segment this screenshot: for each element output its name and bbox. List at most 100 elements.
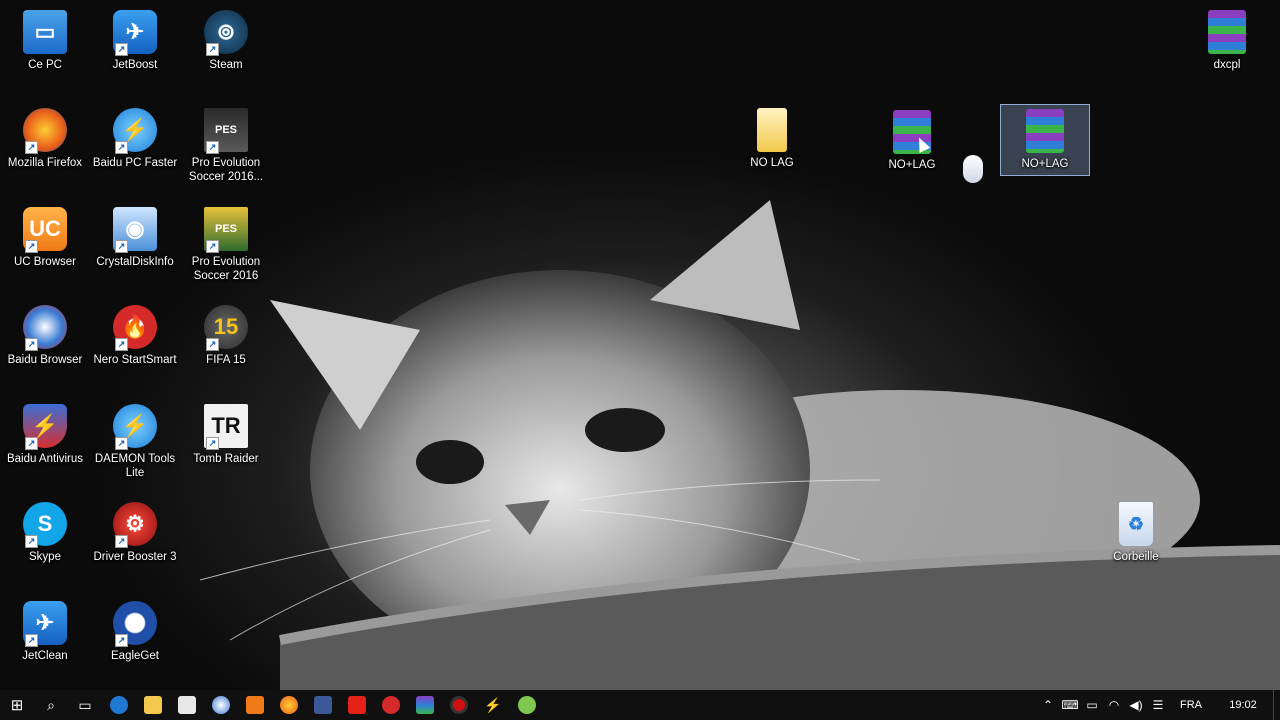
recycle-bin-icon: ♻ — [1119, 502, 1153, 546]
desktop-icon-pes-2016[interactable]: PES ↗ Pro Evolution Soccer 2016 — [182, 203, 270, 283]
desktop-icon-steam[interactable]: ⊚ ↗ Steam — [182, 6, 270, 72]
tomb-raider-icon: TR ↗ — [204, 404, 248, 450]
desktop-icon-label: Baidu Browser — [7, 354, 83, 366]
language-indicator[interactable]: FRA — [1169, 699, 1213, 711]
taskbar-app-baidu-browser[interactable] — [204, 690, 238, 720]
desktop-icon-pes-2016-myclub[interactable]: PES ↗ Pro Evolution Soccer 2016... — [182, 104, 270, 184]
taskbar-app-lightning[interactable]: ⚡ — [476, 690, 510, 720]
desktop-icon-baidu-antivirus[interactable]: ⚡ ↗ Baidu Antivirus — [1, 400, 89, 466]
desktop-icon-skype[interactable]: S ↗ Skype — [1, 498, 89, 564]
task-view-button[interactable]: ▭ — [68, 690, 102, 720]
desktop-icon-label: Skype — [29, 551, 61, 563]
winrar-archive-icon — [416, 696, 434, 714]
desktop-icon-label: UC Browser — [14, 256, 76, 268]
taskbar-app-facebook[interactable] — [306, 690, 340, 720]
taskbar-app-store[interactable] — [170, 690, 204, 720]
desktop-icon-label: DAEMON Tools Lite — [94, 453, 176, 479]
taskbar-app-recorder[interactable] — [442, 690, 476, 720]
desktop-icon-label: NO+LAG — [1021, 158, 1069, 170]
notification-icon[interactable]: ☰ — [1147, 698, 1169, 712]
uc-browser-icon: UC ↗ — [23, 207, 67, 253]
keyboard-icon[interactable]: ⌨ — [1059, 698, 1081, 712]
gear-icon — [382, 696, 400, 714]
folder-icon — [144, 696, 162, 714]
desktop-icon-fifa15[interactable]: 15 ↗ FIFA 15 — [182, 301, 270, 367]
desktop-icon-dxcpl[interactable]: dxcpl — [1183, 6, 1271, 72]
lightning-icon: ⚡ ↗ — [113, 108, 157, 154]
taskbar-app-youtube[interactable] — [340, 690, 374, 720]
desktop-icon-daemon-tools[interactable]: ⚡ ↗ DAEMON Tools Lite — [91, 400, 179, 480]
volume-icon[interactable]: ◀) — [1125, 698, 1147, 712]
desktop-icon-eagleget[interactable]: ➤ ↗ EagleGet — [91, 597, 179, 663]
start-button[interactable]: ⊞ — [0, 690, 34, 720]
taskbar-app-driver-booster[interactable] — [374, 690, 408, 720]
desktop-icon-label: Mozilla Firefox — [7, 157, 83, 169]
pes-game-icon: PES ↗ — [204, 207, 248, 253]
taskbar-app-winrar[interactable] — [408, 690, 442, 720]
desktop-icon-label: dxcpl — [1213, 59, 1241, 71]
desktop-icon-no-lag-folder[interactable]: NO LAG — [728, 104, 816, 170]
shield-icon: ⚡ ↗ — [23, 404, 67, 450]
store-icon — [178, 696, 196, 714]
computer-icon: ▭ — [23, 10, 67, 54]
desktop-icon-label: FIFA 15 — [206, 354, 246, 366]
wifi-icon[interactable]: ◠ — [1103, 698, 1125, 712]
daemon-lightning-icon: ⚡ ↗ — [113, 404, 157, 450]
winrar-archive-icon — [1026, 109, 1064, 153]
desktop-icon-label: NO+LAG — [888, 159, 936, 171]
youtube-icon — [348, 696, 366, 714]
desktop-icon-no-lag-rar-selected[interactable]: NO+LAG — [1000, 104, 1090, 176]
uc-browser-icon — [246, 696, 264, 714]
desktop-icon-label: Baidu PC Faster — [92, 157, 178, 169]
desktop-icon-driver-booster[interactable]: ⚙ ↗ Driver Booster 3 — [91, 498, 179, 564]
desktop-icon-label: Corbeille — [1113, 551, 1159, 563]
desktop-icon-label: JetBoost — [112, 59, 158, 71]
skype-icon: S ↗ — [23, 502, 67, 548]
desktop-icon-firefox[interactable]: ↗ Mozilla Firefox — [1, 104, 89, 170]
search-icon: ⌕ — [47, 696, 55, 713]
battery-icon[interactable]: ▭ — [1081, 698, 1103, 712]
taskbar-app-firefox[interactable] — [272, 690, 306, 720]
desktop-icon-label: Ce PC — [28, 59, 62, 71]
desktop-icon-label: EagleGet — [111, 650, 159, 662]
jetclean-icon: ✈ ↗ — [23, 601, 67, 647]
clock[interactable]: 19:02 — [1213, 699, 1273, 711]
desktop-icon-uc-browser[interactable]: UC ↗ UC Browser — [1, 203, 89, 269]
baidu-browser-icon — [212, 696, 230, 714]
search-button[interactable]: ⌕ — [34, 690, 68, 720]
mouse-icon — [963, 155, 983, 183]
gear-icon: ⚙ ↗ — [113, 502, 157, 548]
desktop-icon-baidu-browser[interactable]: ↗ Baidu Browser — [1, 301, 89, 367]
desktop-icon-label: Pro Evolution Soccer 2016 — [191, 256, 261, 282]
chevron-up-icon[interactable]: ⌃ — [1037, 698, 1059, 712]
task-view-icon: ▭ — [78, 696, 92, 713]
desktop-icon-recycle-bin[interactable]: ♻ Corbeille — [1092, 498, 1180, 564]
eagle-icon: ➤ ↗ — [113, 601, 157, 647]
desktop-icon-jetboost[interactable]: ✈ ↗ JetBoost — [91, 6, 179, 72]
desktop-icon-baidu-pc-faster[interactable]: ⚡ ↗ Baidu PC Faster — [91, 104, 179, 170]
taskbar: ⊞ ⌕ ▭ ⚡ ⌃ ⌨ ▭ ◠ ◀) ☰ FRA 19:02 — [0, 690, 1280, 720]
taskbar-app-uc-browser[interactable] — [238, 690, 272, 720]
desktop-icon-crystaldiskinfo[interactable]: ◉ ↗ CrystalDiskInfo — [91, 203, 179, 269]
desktop-icon-no-lag-rar[interactable]: NO+LAG — [868, 106, 956, 172]
nero-flame-icon: 🔥 ↗ — [113, 305, 157, 351]
taskbar-app-explorer[interactable] — [136, 690, 170, 720]
desktop-icon-nero[interactable]: 🔥 ↗ Nero StartSmart — [91, 301, 179, 367]
facebook-icon — [314, 696, 332, 714]
steam-icon: ⊚ ↗ — [204, 10, 248, 56]
desktop-icon-tomb-raider[interactable]: TR ↗ Tomb Raider — [182, 400, 270, 466]
desktop-icon-label: Pro Evolution Soccer 2016... — [188, 157, 264, 183]
winrar-archive-icon — [1208, 10, 1246, 54]
firefox-icon — [280, 696, 298, 714]
desktop-icon-jetclean[interactable]: ✈ ↗ JetClean — [1, 597, 89, 663]
desktop-icon-label: Tomb Raider — [193, 453, 259, 465]
taskbar-app-edge[interactable] — [102, 690, 136, 720]
desktop-icon-label: NO LAG — [750, 157, 794, 169]
taskbar-app-download[interactable] — [510, 690, 544, 720]
show-desktop-button[interactable] — [1273, 690, 1280, 720]
firefox-icon: ↗ — [23, 108, 67, 154]
baidu-browser-icon: ↗ — [23, 305, 67, 351]
system-tray: ⌃ ⌨ ▭ ◠ ◀) ☰ FRA 19:02 — [1037, 690, 1280, 720]
jetboost-icon: ✈ ↗ — [113, 10, 157, 56]
desktop-icon-ce-pc[interactable]: ▭ Ce PC — [1, 6, 89, 72]
